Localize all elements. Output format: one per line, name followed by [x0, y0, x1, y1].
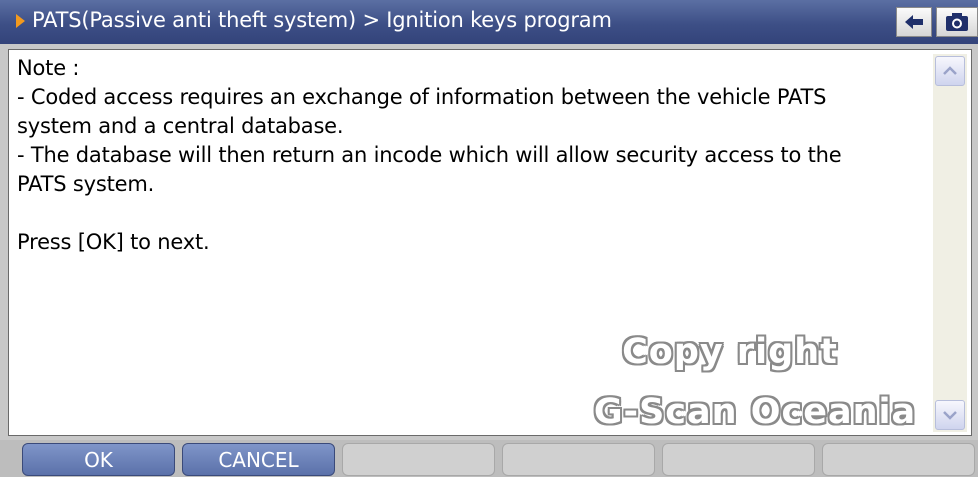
function-key-6: [822, 443, 975, 476]
text-line: PATS system.: [17, 172, 155, 196]
watermark-line-2: G-Scan Oceania: [593, 392, 917, 432]
chevron-down-icon: [943, 411, 957, 420]
screenshot-button[interactable]: [936, 7, 978, 37]
watermark-line-1: Copy right: [622, 332, 838, 372]
function-key-4: [502, 443, 655, 476]
scroll-up-button[interactable]: [935, 56, 965, 86]
page-title: PATS(Passive anti theft system) > Igniti…: [32, 8, 612, 32]
function-key-bar: OK CANCEL: [0, 440, 978, 477]
title-arrow-icon: [16, 14, 25, 28]
ok-button[interactable]: OK: [22, 443, 175, 476]
chevron-up-icon: [943, 66, 957, 75]
back-arrow-icon: [905, 15, 923, 29]
back-button[interactable]: [896, 7, 932, 37]
text-line: Press [OK] to next.: [17, 230, 210, 254]
scroll-down-button[interactable]: [935, 400, 965, 430]
function-key-5: [662, 443, 815, 476]
vertical-scrollbar[interactable]: [933, 54, 967, 432]
title-bar: PATS(Passive anti theft system) > Igniti…: [0, 0, 978, 44]
function-key-3: [342, 443, 495, 476]
text-line: - Coded access requires an exchange of i…: [17, 85, 827, 109]
message-panel: Note : - Coded access requires an exchan…: [8, 49, 972, 436]
text-line: - The database will then return an incod…: [17, 143, 842, 167]
text-line: Note :: [17, 56, 80, 80]
camera-icon: [946, 13, 968, 31]
cancel-button[interactable]: CANCEL: [182, 443, 335, 476]
text-line: system and a central database.: [17, 114, 344, 138]
text-line: [17, 199, 929, 228]
message-text: Note : - Coded access requires an exchan…: [17, 54, 929, 257]
